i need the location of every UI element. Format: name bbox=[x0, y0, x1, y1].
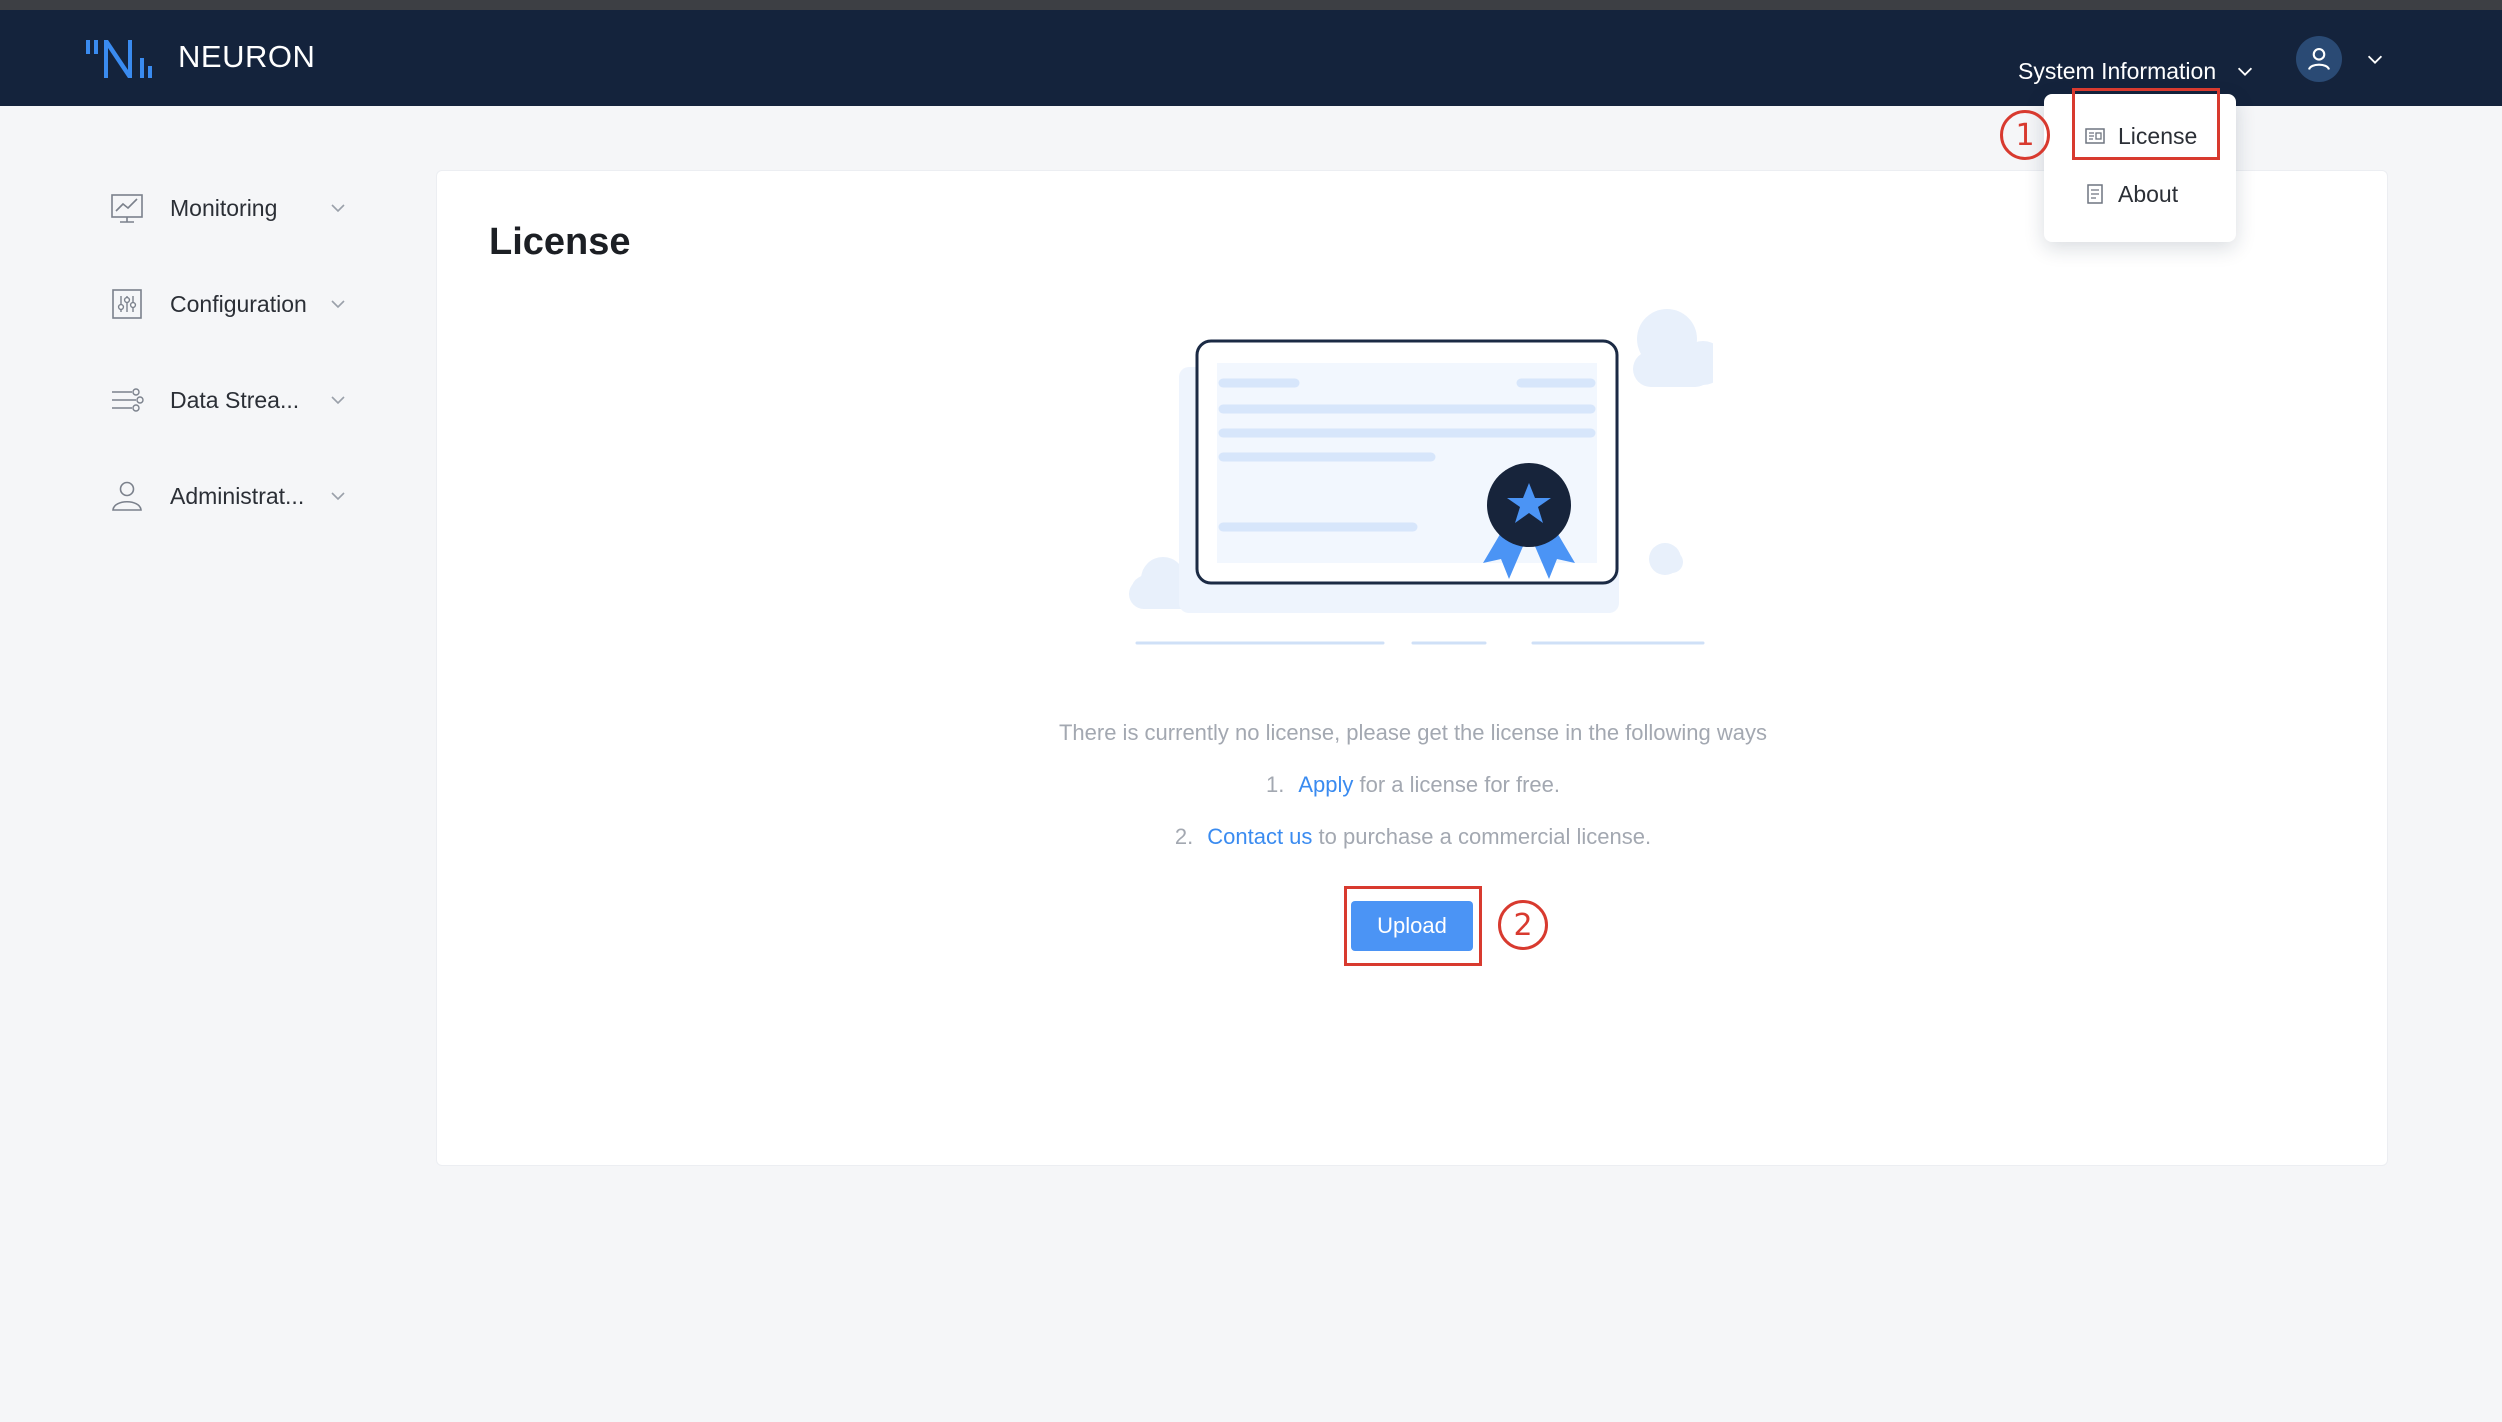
sidebar-item-label: Configuration bbox=[170, 290, 307, 317]
no-license-message: There is currently no license, please ge… bbox=[1058, 720, 1768, 745]
annotation-badge-2: 2 bbox=[1498, 900, 1548, 950]
contact-us-link[interactable]: Contact us bbox=[1207, 824, 1312, 849]
sidebar-item-administration[interactable]: Administrat... bbox=[108, 471, 348, 521]
sliders-icon bbox=[112, 289, 142, 319]
sidebar-item-configuration[interactable]: Configuration bbox=[108, 279, 348, 329]
window-top-strip bbox=[0, 0, 2502, 10]
sidebar-item-label: Administrat... bbox=[170, 482, 305, 509]
chevron-down-icon bbox=[331, 396, 345, 405]
app-name: NEURON bbox=[178, 39, 316, 74]
user-menu-chevron[interactable] bbox=[2364, 48, 2390, 74]
step-number: 2. bbox=[1174, 824, 1194, 849]
step-number: 1. bbox=[1265, 772, 1285, 797]
annotation-badge-1: 1 bbox=[2000, 110, 2050, 160]
upload-highlight-box bbox=[1344, 886, 1482, 966]
system-information-label: System Information bbox=[2018, 57, 2217, 84]
certificate-illustration bbox=[1129, 309, 1713, 645]
apply-link[interactable]: Apply bbox=[1298, 772, 1353, 797]
sidebar-item-monitoring[interactable]: Monitoring bbox=[108, 183, 348, 233]
license-card: License There is currently no license, p… bbox=[436, 170, 2388, 1166]
sidebar-item-data-stream[interactable]: Data Strea... bbox=[108, 375, 348, 425]
sidebar: Monitoring Configuration Data Strea... A… bbox=[0, 106, 430, 1422]
license-step-2: 2. Contact us to purchase a commercial li… bbox=[437, 821, 2389, 853]
license-highlight-box bbox=[2072, 88, 2220, 160]
page-title: License bbox=[489, 221, 631, 263]
monitor-chart-icon bbox=[111, 194, 143, 223]
sidebar-item-label: Data Strea... bbox=[170, 386, 300, 413]
chevron-down-icon bbox=[2238, 67, 2253, 76]
license-step-1: 1. Apply for a license for free. bbox=[437, 769, 2389, 801]
user-avatar[interactable] bbox=[2296, 36, 2342, 82]
sidebar-item-label: Monitoring bbox=[170, 194, 278, 221]
user-icon bbox=[2308, 48, 2330, 70]
chevron-down-icon bbox=[331, 492, 345, 501]
document-icon bbox=[2087, 184, 2103, 204]
menu-item-label: About bbox=[2118, 180, 2179, 207]
chevron-down-icon bbox=[331, 204, 345, 213]
data-stream-icon bbox=[112, 388, 144, 412]
menu-item-about[interactable]: About bbox=[2084, 174, 2178, 214]
neuron-logo-icon bbox=[86, 40, 152, 78]
chevron-down-icon bbox=[331, 300, 345, 309]
chevron-down-icon bbox=[2367, 55, 2383, 64]
user-icon bbox=[112, 481, 142, 511]
step-text: to purchase a commercial license. bbox=[1318, 824, 1652, 849]
step-text: for a license for free. bbox=[1359, 772, 1561, 797]
